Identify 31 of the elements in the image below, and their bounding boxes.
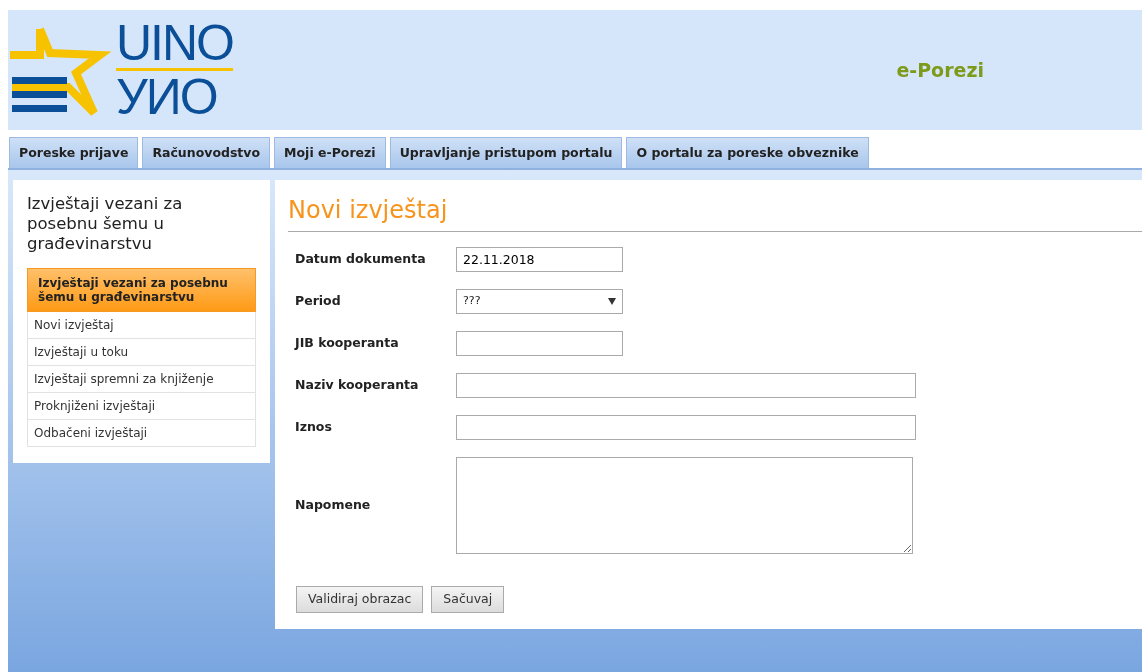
field-label: JIB kooperanta [295, 333, 400, 352]
sidebar-link[interactable]: Izvještaji spremni za knjiženje [27, 365, 256, 393]
sidebar-title: Izvještaji vezani za posebnu šemu u građevinarstvu [27, 193, 184, 254]
form-button[interactable]: Sačuvaj [431, 585, 505, 613]
sidebar-link[interactable]: Izvještaji u toku [27, 338, 256, 366]
logo-text: UINO [116, 21, 233, 71]
nav-tab[interactable]: Poreske prijave [9, 137, 139, 168]
sidebar-section-header: Izvještaji vezani za posebnu šemu u građevinarstvu [27, 267, 256, 312]
nav-tab[interactable]: Moji e-Porezi [274, 137, 386, 168]
sidebar-link[interactable]: Novi izvještaj [27, 311, 256, 339]
input-field[interactable]: 22.11.2018 [456, 246, 623, 272]
input-field[interactable] [456, 414, 916, 440]
text-area[interactable] [456, 456, 913, 554]
input-field[interactable] [456, 330, 623, 356]
sidebar-link[interactable]: Proknjiženi izvještaji [27, 392, 256, 420]
field-label: Naziv kooperanta [295, 375, 420, 394]
input-field[interactable] [456, 372, 916, 398]
nav-tab[interactable]: O portalu za poreske obveznike [626, 137, 869, 168]
dropdown-arrow-icon [608, 297, 616, 305]
nav-tab[interactable]: Upravljanje pristupom portalu [389, 137, 623, 168]
select-field[interactable]: ??? [456, 288, 623, 314]
field-label: Napomene [295, 495, 372, 514]
nav-tab[interactable]: Računovodstvo [142, 137, 271, 168]
field-label: Datum dokumenta [295, 249, 427, 268]
form-button[interactable]: Validiraj obrazac [296, 585, 424, 613]
logo-text: УИО [116, 75, 218, 119]
field-label: Period [295, 291, 342, 310]
field-label: Iznos [295, 417, 333, 436]
page-heading: Novi izvještaj [288, 191, 1142, 232]
site-title: e-Porezi [896, 57, 984, 83]
sidebar-link[interactable]: Odbačeni izvještaji [27, 419, 256, 447]
